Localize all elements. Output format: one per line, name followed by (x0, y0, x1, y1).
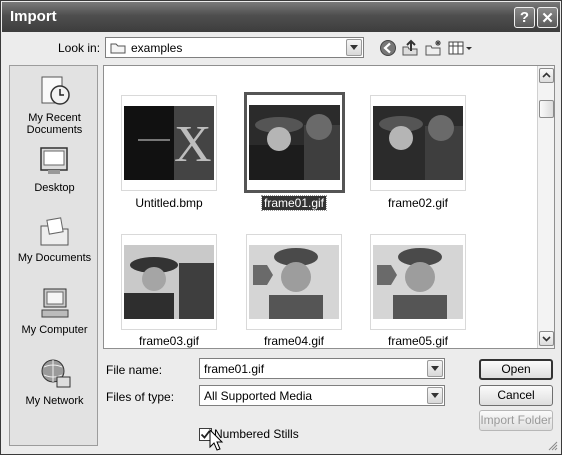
desktop-icon (38, 144, 72, 178)
scroll-down-button[interactable] (539, 331, 554, 346)
file-name[interactable]: frame02.gif (363, 196, 473, 210)
help-button[interactable]: ? (514, 7, 535, 28)
file-thumbnail[interactable] (246, 234, 342, 330)
window-title: Import (10, 8, 57, 25)
chevron-down-icon (542, 336, 551, 342)
chevron-down-icon[interactable] (427, 360, 443, 377)
vertical-scrollbar[interactable] (537, 66, 554, 348)
file-name[interactable]: Untitled.bmp (114, 196, 224, 210)
help-icon: ? (519, 9, 530, 26)
scroll-thumb[interactable] (539, 100, 554, 118)
my-documents-icon (38, 214, 72, 248)
look-in-dropdown[interactable]: examples (105, 37, 364, 58)
svg-text:X: X (174, 116, 212, 173)
file-thumbnail[interactable] (370, 234, 466, 330)
import-folder-button[interactable]: Import Folder (479, 410, 553, 431)
look-in-label: Look in: (58, 41, 101, 55)
my-network-icon (38, 357, 72, 391)
title-bar[interactable]: Import ? ✕ (2, 2, 560, 32)
file-name-selected[interactable]: frame01.gif (239, 195, 349, 211)
thumbnail-image (373, 245, 463, 319)
close-icon: ✕ (541, 9, 554, 27)
chevron-down-icon[interactable] (346, 39, 362, 56)
chevron-down-icon[interactable] (427, 387, 443, 404)
place-label: My Recent Documents (26, 112, 83, 136)
scroll-up-button[interactable] (539, 68, 554, 83)
place-label: My Computer (21, 324, 88, 336)
view-menu-icon[interactable] (448, 39, 474, 57)
files-of-type-value: All Supported Media (204, 389, 313, 403)
place-my-computer[interactable]: My Computer (10, 286, 99, 336)
up-folder-icon[interactable] (401, 39, 419, 57)
place-label: My Network (25, 395, 84, 407)
file-thumbnail[interactable]: X (121, 95, 217, 191)
thumbnail-image (249, 105, 340, 180)
file-name-value: frame01.gif (204, 362, 265, 376)
place-my-recent-documents[interactable]: My Recent Documents (10, 74, 99, 136)
look-in-value: examples (131, 41, 183, 55)
files-of-type-label: Files of type: (106, 390, 175, 404)
place-my-network[interactable]: My Network (10, 357, 99, 407)
file-thumbnail-selected[interactable] (244, 92, 345, 193)
places-bar: My Recent Documents Desktop My Documents (9, 65, 98, 446)
mouse-cursor-icon (209, 429, 224, 451)
resize-grip-icon[interactable] (548, 441, 558, 451)
cancel-button[interactable]: Cancel (479, 385, 553, 406)
file-name-field[interactable]: frame01.gif (199, 358, 445, 379)
new-folder-icon[interactable] (425, 39, 443, 57)
back-icon[interactable] (379, 39, 397, 57)
file-thumbnail[interactable] (121, 234, 217, 330)
my-computer-icon (38, 286, 72, 320)
file-name[interactable]: frame04.gif (239, 334, 349, 348)
open-button[interactable]: Open (479, 359, 553, 380)
recent-documents-icon (38, 74, 72, 108)
close-button[interactable]: ✕ (537, 7, 558, 28)
thumbnail-image: X (124, 106, 214, 180)
file-thumbnail[interactable] (370, 95, 466, 191)
place-label: Desktop (34, 182, 75, 194)
import-dialog: Import ? ✕ Look in: examples My Recent D… (0, 0, 562, 455)
thumbnail-image (124, 245, 214, 319)
place-my-documents[interactable]: My Documents (10, 214, 99, 264)
place-label: My Documents (17, 252, 92, 264)
thumbnail-image (249, 245, 339, 319)
folder-icon (110, 43, 126, 54)
thumbnail-image (373, 106, 463, 180)
file-name-label: File name: (106, 363, 163, 377)
numbered-stills-label[interactable]: Numbered Stills (214, 427, 299, 441)
chevron-up-icon (542, 72, 551, 78)
file-name[interactable]: frame03.gif (114, 334, 224, 348)
files-of-type-dropdown[interactable]: All Supported Media (199, 385, 445, 406)
place-desktop[interactable]: Desktop (10, 144, 99, 194)
file-name[interactable]: frame05.gif (363, 334, 473, 348)
file-list[interactable]: X Untitled.bmp frame01.gif frame02.gif f… (103, 65, 555, 349)
